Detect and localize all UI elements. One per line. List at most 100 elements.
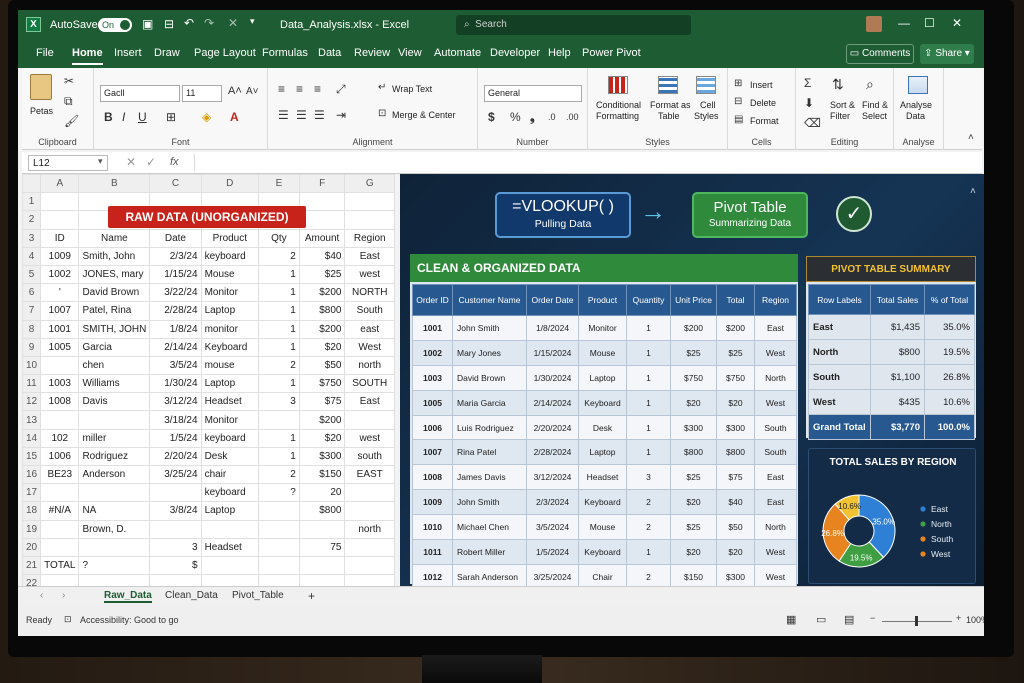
tab-home[interactable]: Home [72, 47, 103, 65]
cell[interactable]: $800 [298, 301, 346, 321]
cell[interactable] [344, 483, 395, 503]
tab-help[interactable]: Help [548, 47, 571, 59]
cell[interactable]: 3 [258, 392, 300, 412]
cell[interactable]: keyboard [200, 428, 260, 448]
cell[interactable] [78, 537, 151, 557]
conditional-formatting-line1[interactable]: Conditional [596, 100, 641, 111]
underline-icon[interactable]: U [138, 110, 147, 124]
column-header[interactable]: D [200, 174, 260, 194]
shrink-font-icon[interactable]: A˅ [246, 86, 259, 97]
row-header[interactable]: 1 [22, 192, 42, 212]
decrease-decimal-icon[interactable]: .00 [566, 112, 579, 122]
column-header[interactable]: C [149, 174, 202, 194]
cell[interactable]: EAST [344, 464, 395, 485]
cell[interactable]: 102 [40, 428, 80, 448]
paste-icon[interactable] [30, 74, 52, 100]
cell[interactable]: Williams [78, 374, 151, 394]
zoom-in-icon[interactable]: + [956, 613, 961, 623]
cell[interactable]: 1/8/24 [149, 319, 202, 339]
cell[interactable] [258, 574, 300, 586]
cell[interactable]: 1/30/24 [149, 374, 202, 394]
find-select-line1[interactable]: Find & [862, 100, 888, 111]
sort-filter-icon[interactable]: ⇅ [832, 76, 844, 93]
cell-styles-icon[interactable] [696, 76, 716, 94]
cell[interactable] [258, 537, 300, 557]
cell[interactable]: 1 [258, 264, 300, 285]
maximize-icon[interactable]: ☐ [924, 16, 935, 30]
tab-developer[interactable]: Developer [490, 47, 540, 59]
cell[interactable]: Laptop [200, 301, 260, 321]
cell[interactable] [200, 519, 260, 539]
zoom-level[interactable]: 100% [966, 615, 984, 625]
sort-filter-line2[interactable]: Filter [830, 111, 850, 122]
cell-styles-line1[interactable]: Cell [700, 100, 716, 111]
cell[interactable]: 1003 [40, 374, 80, 394]
align-middle-icon[interactable]: ≡ [296, 82, 303, 96]
cell[interactable] [78, 410, 151, 430]
column-header[interactable]: F [298, 174, 346, 194]
cell[interactable]: JONES, mary [78, 264, 151, 285]
bold-icon[interactable]: B [104, 110, 113, 124]
row-header[interactable]: 10 [22, 355, 42, 376]
cell[interactable]: 2 [258, 464, 300, 485]
indent-icon[interactable]: ⇥ [336, 108, 346, 122]
row-header[interactable]: 12 [22, 392, 42, 412]
cell[interactable]: Mouse [200, 264, 260, 285]
cell[interactable]: keyboard [200, 483, 260, 503]
next-sheet-icon[interactable]: › [62, 590, 65, 601]
row-header[interactable]: 14 [22, 428, 42, 448]
cell[interactable] [344, 574, 395, 586]
column-header[interactable]: B [78, 174, 151, 194]
cell[interactable] [149, 574, 202, 586]
sheet-tab-pivot-table[interactable]: Pivot_Table [232, 590, 284, 601]
cell[interactable]: west [344, 264, 395, 285]
find-select-line2[interactable]: Select [862, 111, 887, 122]
cell[interactable]: east [344, 319, 395, 339]
cell[interactable]: Region [344, 228, 395, 248]
cell[interactable]: $750 [298, 374, 346, 394]
cell[interactable] [149, 483, 202, 503]
copy-icon[interactable]: ⧉ [64, 94, 73, 109]
cell[interactable]: chen [78, 355, 151, 376]
cell[interactable]: 2/20/24 [149, 446, 202, 467]
italic-icon[interactable]: I [122, 110, 125, 124]
cell[interactable] [258, 519, 300, 539]
row-header[interactable]: 16 [22, 464, 42, 485]
cell[interactable]: 1008 [40, 392, 80, 412]
tab-power-pivot[interactable]: Power Pivot [582, 47, 641, 59]
cell[interactable] [40, 192, 80, 212]
zoom-slider[interactable] [882, 616, 952, 626]
number-format-combo[interactable]: General [484, 85, 582, 102]
cell[interactable] [258, 501, 300, 521]
cell[interactable]: Name [78, 228, 151, 248]
cell[interactable]: West [344, 337, 395, 357]
cell[interactable]: David Brown [78, 283, 151, 303]
tab-page-layout[interactable]: Page Layout [194, 47, 256, 59]
cell[interactable] [40, 483, 80, 503]
accessibility-icon[interactable]: ⊡ [64, 614, 72, 625]
enter-formula-icon[interactable]: ✓ [146, 155, 156, 169]
cell[interactable] [344, 501, 395, 521]
cell[interactable]: Product [200, 228, 260, 248]
tab-review[interactable]: Review [354, 47, 390, 59]
cell[interactable] [344, 537, 395, 557]
comments-button[interactable]: ▭ Comments [846, 44, 914, 64]
analyse-data-line1[interactable]: Analyse [900, 100, 932, 111]
align-center-icon[interactable]: ☰ [296, 108, 307, 122]
cell[interactable] [344, 410, 395, 430]
format-as-table-icon[interactable] [658, 76, 678, 94]
align-bottom-icon[interactable]: ≡ [314, 82, 321, 96]
cell[interactable]: 1 [258, 283, 300, 303]
comma-icon[interactable]: ❟ [530, 110, 535, 125]
quick-access-icon[interactable]: ⊟ [164, 17, 174, 31]
format-cells-button[interactable]: Format [750, 116, 779, 127]
cell[interactable]: mouse [200, 355, 260, 376]
cell[interactable] [40, 537, 80, 557]
share-button[interactable]: ⇪ Share ▾ [920, 44, 974, 64]
analyse-data-line2[interactable]: Data [906, 111, 925, 122]
cell[interactable]: South [344, 301, 395, 321]
name-box-dropdown-icon[interactable]: ▾ [98, 156, 103, 167]
cell[interactable]: $300 [298, 446, 346, 467]
cell[interactable] [78, 483, 151, 503]
cell[interactable]: SOUTH [344, 374, 395, 394]
